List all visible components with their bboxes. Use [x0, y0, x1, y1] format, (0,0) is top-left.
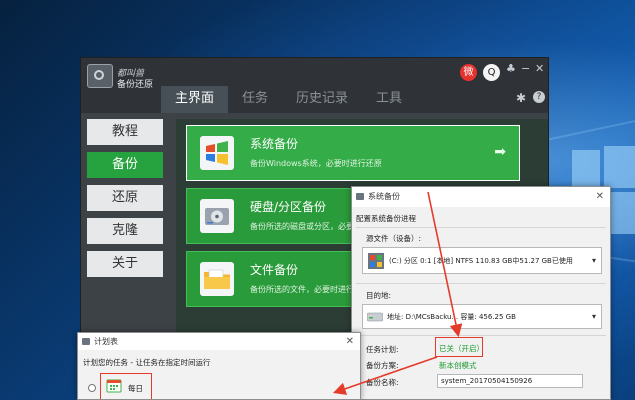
arrow-to-daily: [332, 356, 438, 395]
arrow-to-schedule: [427, 191, 463, 338]
annotation-arrows: [332, 191, 463, 395]
